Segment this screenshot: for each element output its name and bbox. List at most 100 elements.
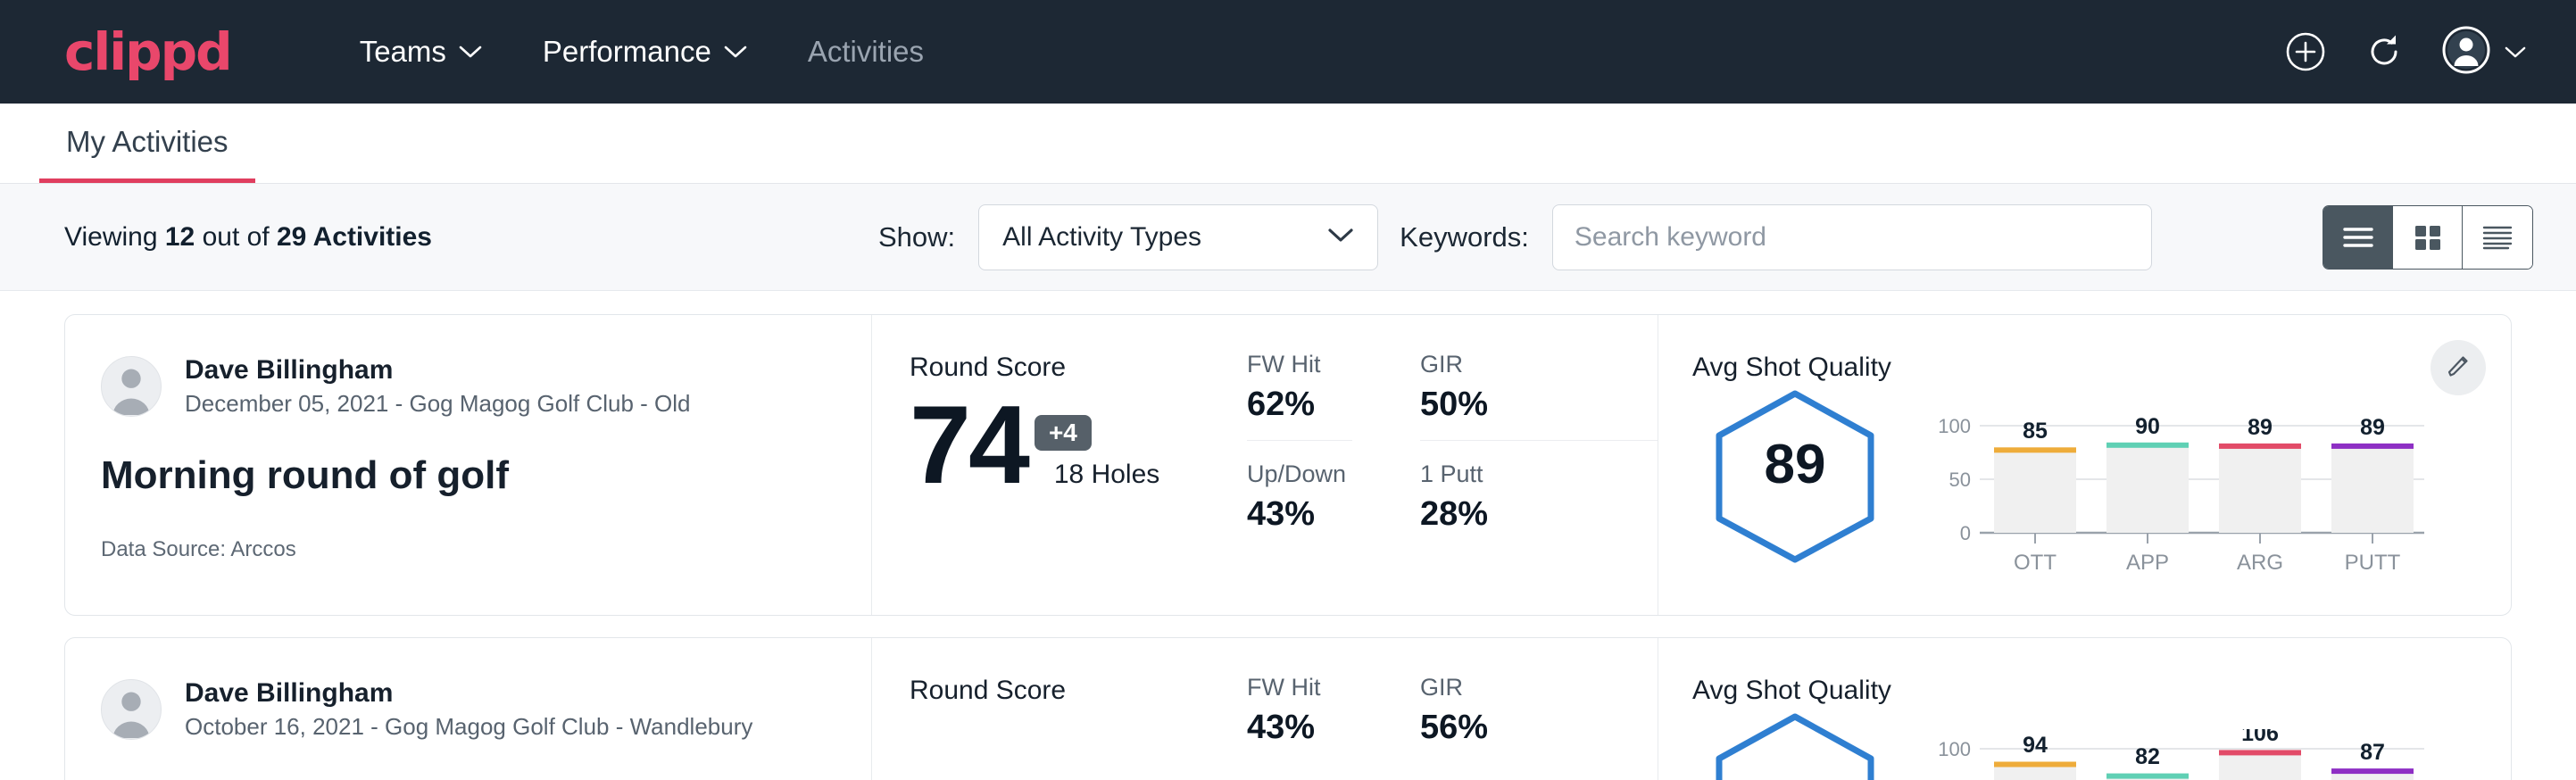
chevron-down-icon: [1327, 227, 1354, 247]
stat-value: 62%: [1247, 386, 1352, 440]
stat-fw-hit: FW Hit 62%: [1247, 351, 1352, 461]
svg-text:50: 50: [1949, 469, 1971, 491]
nav-item-activities[interactable]: Activities: [777, 35, 954, 69]
compact-view-button[interactable]: [2463, 206, 2532, 269]
player-name: Dave Billingham: [185, 353, 691, 387]
pencil-icon: [2445, 353, 2472, 384]
stat-gir: GIR 56%: [1420, 674, 1658, 763]
activity-data-source: Data Source: Arccos: [101, 537, 835, 562]
stat-label: Up/Down: [1247, 461, 1352, 488]
nav-item-teams-label: Teams: [360, 35, 446, 69]
activity-summary-column: Dave Billingham December 05, 2021 - Gog …: [65, 315, 872, 615]
viewing-prefix: Viewing: [64, 222, 158, 252]
avg-shot-quality-column: Avg Shot Quality 100 50 0: [1658, 638, 2511, 780]
svg-text:90: 90: [2135, 414, 2160, 439]
holes-played: 18 Holes: [1054, 460, 1159, 501]
tab-bar: My Activities: [0, 104, 2576, 184]
stat-label: FW Hit: [1247, 351, 1352, 378]
player-header: Dave Billingham December 05, 2021 - Gog …: [101, 353, 835, 419]
player-info: Dave Billingham December 05, 2021 - Gog …: [185, 353, 691, 419]
round-score-value: 74: [910, 390, 1027, 501]
account-menu[interactable]: [2442, 26, 2526, 79]
show-filter-group: Show: All Activity Types: [878, 204, 1378, 270]
nav-right-actions: [2285, 26, 2526, 79]
account-avatar-icon: [2442, 26, 2490, 79]
filter-bar: Viewing 12 out of 29 Activities Show: Al…: [0, 184, 2576, 291]
round-stats-grid: FW Hit 43% GIR 56%: [1238, 638, 1658, 780]
search-input[interactable]: [1552, 204, 2152, 270]
stat-one-putt: 1 Putt 28%: [1420, 461, 1658, 550]
svg-text:0: 0: [1960, 522, 1971, 544]
svg-text:PUTT: PUTT: [2345, 551, 2401, 575]
activity-card-list: Dave Billingham December 05, 2021 - Gog …: [0, 291, 2576, 780]
svg-text:87: 87: [2360, 740, 2385, 765]
divider: [1247, 440, 1352, 441]
edit-activity-button[interactable]: [2431, 340, 2486, 395]
round-stats-grid: FW Hit 62% GIR 50% Up/Down 43% 1 Putt 28…: [1238, 315, 1658, 615]
avatar: [101, 356, 162, 417]
list-view-button[interactable]: [2323, 206, 2393, 269]
shot-quality-bar-chart: 100 50 0 94 82 106 8: [1928, 709, 2428, 780]
nav-item-performance[interactable]: Performance: [512, 35, 777, 69]
stat-value: 28%: [1420, 495, 1658, 550]
avg-shot-quality-body: 89 100 50 0 85: [1692, 386, 2511, 585]
stat-label: GIR: [1420, 674, 1658, 701]
score-to-par-badge: +4: [1035, 415, 1092, 451]
stat-value: 56%: [1420, 709, 1658, 763]
avg-shot-quality-hexagon: 89: [1692, 386, 1898, 565]
avg-shot-quality-label: Avg Shot Quality: [1692, 353, 2511, 383]
stat-value: 43%: [1247, 709, 1352, 763]
player-header: Dave Billingham October 16, 2021 - Gog M…: [101, 676, 835, 743]
svg-text:94: 94: [2023, 733, 2048, 758]
svg-text:100: 100: [1938, 738, 1971, 760]
svg-text:100: 100: [1938, 415, 1971, 437]
svg-text:89: 89: [2360, 415, 2385, 440]
nav-item-teams[interactable]: Teams: [329, 35, 512, 69]
stat-gir: GIR 50%: [1420, 351, 1658, 461]
grid-view-button[interactable]: [2393, 206, 2463, 269]
stat-label: FW Hit: [1247, 674, 1352, 701]
round-score-label: Round Score: [910, 353, 1238, 383]
nav-item-activities-label: Activities: [808, 35, 924, 69]
viewing-total: 29 Activities: [277, 222, 432, 252]
svg-text:106: 106: [2241, 729, 2279, 746]
activity-type-select[interactable]: All Activity Types: [978, 204, 1378, 270]
stat-up-down: Up/Down 43%: [1247, 461, 1352, 550]
tab-my-activities[interactable]: My Activities: [39, 125, 255, 183]
chevron-down-icon: [2505, 46, 2526, 59]
refresh-icon[interactable]: [2364, 31, 2405, 72]
player-info: Dave Billingham October 16, 2021 - Gog M…: [185, 676, 752, 743]
divider: [1420, 440, 1658, 441]
keywords-label: Keywords:: [1400, 221, 1529, 253]
view-mode-toggle: [2323, 205, 2533, 270]
avg-shot-quality-value: 89: [1692, 433, 1898, 496]
activity-summary-column: Dave Billingham October 16, 2021 - Gog M…: [65, 638, 872, 780]
activity-title: Morning round of golf: [101, 453, 835, 498]
keywords-filter-group: Keywords:: [1400, 204, 2152, 270]
viewing-middle: out of: [203, 222, 270, 252]
avg-shot-quality-column: Avg Shot Quality 89 100: [1658, 315, 2511, 615]
avg-shot-quality-hexagon: [1692, 709, 1898, 780]
chevron-down-icon: [724, 45, 747, 59]
clippd-logo[interactable]: clippd: [64, 26, 231, 78]
svg-text:ARG: ARG: [2237, 551, 2283, 575]
player-name: Dave Billingham: [185, 676, 752, 710]
stat-value: 43%: [1247, 495, 1352, 550]
chevron-down-icon: [459, 45, 482, 59]
svg-text:82: 82: [2135, 744, 2160, 769]
activity-card[interactable]: Dave Billingham October 16, 2021 - Gog M…: [64, 637, 2512, 780]
svg-text:OTT: OTT: [2014, 551, 2057, 575]
stat-label: GIR: [1420, 351, 1658, 378]
shot-quality-bar-chart: 100 50 0 85 90 89: [1928, 386, 2428, 585]
main-nav-items: Teams Performance Activities: [329, 35, 954, 69]
plus-circle-icon[interactable]: [2285, 31, 2326, 72]
round-score-label: Round Score: [910, 676, 1238, 706]
show-label: Show:: [878, 221, 955, 253]
viewing-count: 12: [165, 222, 195, 252]
top-navigation-bar: clippd Teams Performance Activities: [0, 0, 2576, 104]
activity-card[interactable]: Dave Billingham December 05, 2021 - Gog …: [64, 314, 2512, 616]
stat-label: 1 Putt: [1420, 461, 1658, 488]
bar-chart-svg: 100 50 0 94 82 106 8: [1928, 729, 2428, 780]
activity-meta: December 05, 2021 - Gog Magog Golf Club …: [185, 387, 691, 419]
viewing-summary: Viewing 12 out of 29 Activities: [64, 222, 432, 253]
